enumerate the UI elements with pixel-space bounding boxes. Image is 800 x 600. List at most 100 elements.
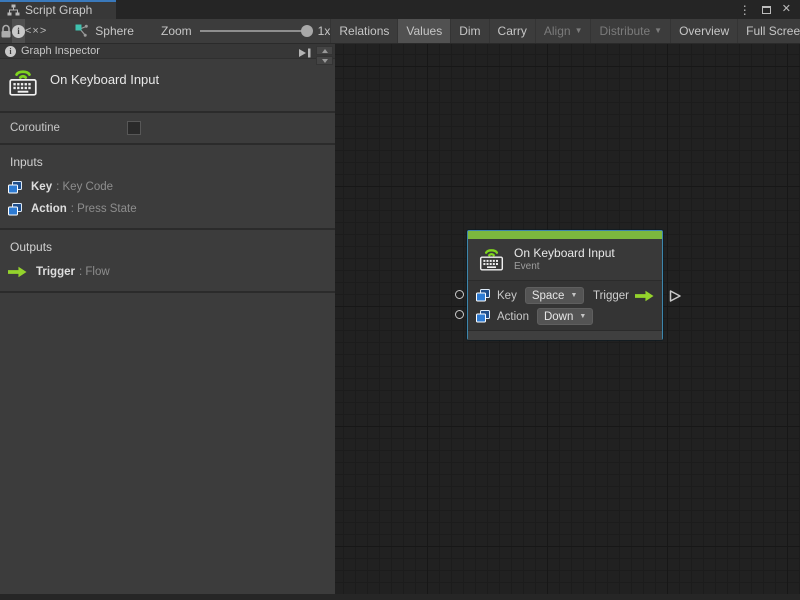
panel-spinner <box>316 46 333 65</box>
port-label-action: Action <box>497 310 529 323</box>
node-header: On Keyboard Input Event <box>468 239 662 281</box>
spinner-up-button[interactable] <box>316 46 333 55</box>
button-label: Values <box>406 24 443 38</box>
relations-button[interactable]: Relations <box>330 19 397 43</box>
action-input-port[interactable] <box>455 310 464 319</box>
script-graph-window: Script Graph ⋮ ✕ i <×> Sphere Zoom 1x Re… <box>0 0 800 600</box>
tab-bar: Script Graph ⋮ ✕ <box>0 0 800 19</box>
dock-icon <box>299 48 311 58</box>
input-name: Key <box>31 181 53 193</box>
keyboard-input-icon <box>9 70 37 96</box>
button-label: Carry <box>497 24 527 38</box>
node-footer <box>468 330 662 340</box>
triangle-down-icon <box>321 58 328 63</box>
coroutine-row: Coroutine <box>0 113 335 143</box>
triangle-up-icon <box>321 48 328 53</box>
input-type: : Press State <box>70 203 137 215</box>
button-label: Full Screen <box>746 24 800 38</box>
port-row-key: Key Space ▼ Trigger <box>476 285 656 306</box>
zoom-value: 1x <box>317 24 331 38</box>
port-row-action: Action Down ▼ <box>476 306 656 327</box>
chevron-down-icon: ▼ <box>579 313 587 320</box>
keyboard-input-icon <box>479 248 504 271</box>
event-accent-bar <box>468 231 662 239</box>
spinner-down-button[interactable] <box>316 56 333 65</box>
coroutine-checkbox[interactable] <box>127 121 141 135</box>
key-dropdown-value: Space <box>531 289 565 302</box>
node-on-keyboard-input[interactable]: On Keyboard Input Event Key Space ▼ Trig… <box>467 230 663 340</box>
inputs-section: Inputs Key : Key Code Action : Press Sta… <box>0 145 335 228</box>
zoom-slider[interactable] <box>199 25 313 37</box>
window-controls: ⋮ ✕ <box>739 0 800 19</box>
button-label: Dim <box>459 24 481 38</box>
zoom-label: Zoom <box>160 24 192 38</box>
chevron-down-icon: ▼ <box>574 26 583 35</box>
graph-breadcrumb[interactable]: Sphere <box>75 19 134 43</box>
graph-canvas[interactable]: On Keyboard Input Event Key Space ▼ Trig… <box>335 44 800 600</box>
zoom-slider-handle[interactable] <box>300 25 313 37</box>
unit-header: On Keyboard Input <box>0 59 335 111</box>
chevron-down-icon: ▼ <box>570 292 578 299</box>
window-menu-icon[interactable]: ⋮ <box>739 4 751 16</box>
inspector-controls <box>297 46 333 65</box>
close-icon[interactable]: ✕ <box>782 4 791 15</box>
flow-arrow-icon <box>8 266 27 278</box>
input-name: Action <box>31 203 67 215</box>
coroutine-label: Coroutine <box>10 122 60 134</box>
inspector-toggle-button[interactable]: i <box>12 19 25 43</box>
value-port-icon <box>8 202 22 215</box>
preview-code-button[interactable]: <×> <box>25 19 47 43</box>
button-label: Align <box>543 24 571 38</box>
value-port-icon <box>476 310 490 323</box>
output-type: : Flow <box>78 266 110 278</box>
trigger-label: Trigger <box>593 289 629 302</box>
chevron-down-icon: ▼ <box>654 26 663 35</box>
section-divider <box>0 291 335 293</box>
port-label-key: Key <box>497 289 517 302</box>
tab-label: Script Graph <box>25 2 93 17</box>
info-icon: i <box>5 45 16 57</box>
flow-arrow-icon <box>635 290 654 301</box>
tab-script-graph[interactable]: Script Graph <box>0 0 116 19</box>
unit-title: On Keyboard Input <box>50 72 160 87</box>
code-icon: <×> <box>25 25 48 37</box>
key-input-port[interactable] <box>455 290 464 299</box>
outputs-section: Outputs Trigger : Flow <box>0 230 335 291</box>
lock-icon <box>1 24 11 37</box>
node-title: On Keyboard Input <box>514 245 615 260</box>
trigger-output: Trigger <box>593 290 656 302</box>
graph-inspector-panel: i Graph Inspector On Keyboard Input Coro… <box>0 44 335 594</box>
dim-button[interactable]: Dim <box>450 19 488 43</box>
dock-panel-button[interactable] <box>297 46 313 60</box>
input-row-key: Key : Key Code <box>0 176 335 198</box>
graph-toolbar: i <×> Sphere Zoom 1x Relations Values Di… <box>0 19 800 44</box>
output-name: Trigger <box>36 266 75 278</box>
breadcrumb-label: Sphere <box>95 24 134 38</box>
zoom-control: Zoom 1x <box>161 19 330 43</box>
carry-button[interactable]: Carry <box>488 19 535 43</box>
lock-button[interactable] <box>0 19 12 43</box>
button-label: Relations <box>339 24 390 38</box>
node-subtitle: Event <box>514 260 540 272</box>
maximize-icon[interactable] <box>761 5 771 14</box>
distribute-button[interactable]: Distribute ▼ <box>590 19 670 43</box>
trigger-output-port[interactable] <box>668 289 682 303</box>
key-dropdown[interactable]: Space ▼ <box>524 287 585 304</box>
action-dropdown-value: Down <box>543 310 574 323</box>
input-type: : Key Code <box>56 181 114 193</box>
value-port-icon <box>8 180 22 193</box>
info-icon: i <box>12 24 25 38</box>
inspector-title: Graph Inspector <box>21 45 100 57</box>
button-label: Distribute <box>599 24 651 38</box>
inspector-header: i Graph Inspector <box>0 44 335 59</box>
action-dropdown[interactable]: Down ▼ <box>536 308 594 325</box>
inputs-header: Inputs <box>10 155 43 169</box>
values-button[interactable]: Values <box>397 19 451 43</box>
input-row-action: Action : Press State <box>0 198 335 220</box>
full-screen-button[interactable]: Full Screen <box>737 19 800 43</box>
overview-button[interactable]: Overview <box>670 19 737 43</box>
window-bottom-edge <box>0 594 800 600</box>
value-port-icon <box>476 289 490 302</box>
node-body: Key Space ▼ Trigger Action Down ▼ <box>468 281 662 327</box>
align-button[interactable]: Align ▼ <box>534 19 591 43</box>
